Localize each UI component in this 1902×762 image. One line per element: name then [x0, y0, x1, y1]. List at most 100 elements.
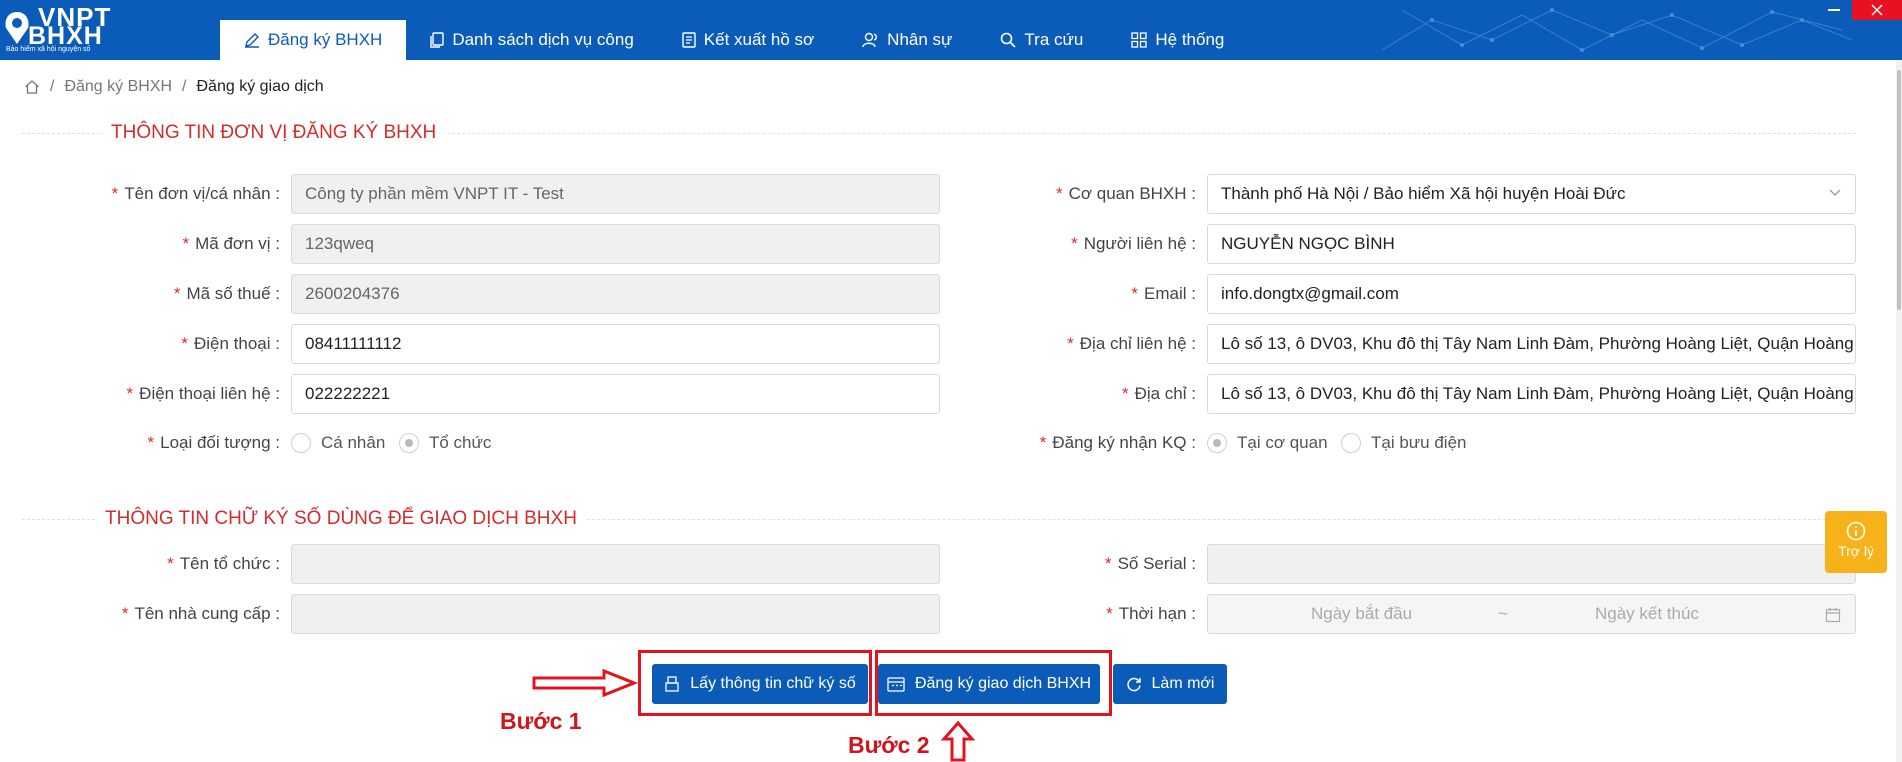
report-icon: [682, 32, 696, 48]
logo-mark-icon: [5, 12, 29, 44]
ma-so-thue-field[interactable]: 2600204376: [291, 274, 940, 314]
start-date-placeholder[interactable]: Ngày bắt đầu: [1311, 595, 1412, 633]
required-mark: *: [1067, 334, 1074, 353]
label-so-serial: * Số Serial :: [1104, 554, 1196, 573]
dia-chi-field[interactable]: Lô số 13, ô DV03, Khu đô thị Tây Nam Lin…: [1207, 374, 1856, 414]
chevron-down-icon: [1829, 189, 1841, 196]
section-title: THÔNG TIN CHỮ KÝ SỐ DÙNG ĐỂ GIAO DỊCH BH…: [97, 507, 585, 531]
radio-label: Tại cơ quan: [1237, 433, 1328, 452]
required-mark: *: [1121, 384, 1129, 403]
label-dia-chi: * Địa chỉ :: [1121, 384, 1196, 403]
nav-tab-nhan-su[interactable]: Nhân sự: [838, 20, 976, 60]
required-mark: *: [1039, 433, 1047, 452]
minimize-button[interactable]: [1828, 9, 1840, 11]
radio-circle-selected: [1207, 433, 1227, 453]
users-icon: [862, 32, 878, 48]
required-mark: *: [167, 554, 174, 573]
close-window-button[interactable]: [1852, 0, 1902, 20]
label-ma-don-vi: * Mã đơn vị :: [182, 234, 280, 253]
radio-circle: [291, 433, 311, 453]
end-date-placeholder[interactable]: Ngày kết thúc: [1595, 595, 1699, 633]
right-arrow-annotation-icon: [532, 668, 638, 698]
home-icon[interactable]: [24, 79, 40, 95]
nav-tab-label: Tra cứu: [1024, 30, 1084, 49]
required-mark: *: [181, 334, 188, 353]
ten-to-chuc-field[interactable]: [291, 544, 940, 584]
dang-ky-giao-dich-button[interactable]: Đăng ký giao dịch BHXH: [878, 664, 1100, 704]
required-mark: *: [147, 433, 155, 452]
app-logo[interactable]: VNPT BHXH Bảo hiểm xã hội nguyện số: [4, 0, 154, 60]
required-mark: *: [182, 234, 190, 253]
required-mark: *: [1071, 234, 1078, 253]
label-nguoi-lien-he: * Người liên hệ :: [1071, 234, 1196, 253]
email-field[interactable]: info.dongtx@gmail.com: [1207, 274, 1856, 314]
radio-tai-co-quan[interactable]: Tại cơ quan: [1207, 423, 1328, 463]
top-navbar: VNPT BHXH Bảo hiểm xã hội nguyện số Đăng…: [0, 0, 1902, 60]
label-ten-nha-cung-cap: * Tên nhà cung cấp :: [121, 604, 280, 623]
nav-tab-label: Nhân sự: [887, 30, 953, 49]
required-mark: *: [111, 184, 119, 203]
nav-tab-tra-cuu[interactable]: Tra cứu: [976, 20, 1107, 60]
calendar-icon: [1825, 608, 1841, 623]
nguoi-lien-he-field[interactable]: NGUYỄN NGỌC BÌNH: [1207, 224, 1856, 264]
label-email: * Email :: [1131, 284, 1196, 303]
dien-thoai-lien-he-field[interactable]: 022222221: [291, 374, 940, 414]
search-icon: [1001, 32, 1017, 48]
required-mark: *: [121, 604, 129, 623]
label-thoi-han: * Thời hạn :: [1106, 604, 1196, 623]
close-icon: [1871, 4, 1883, 16]
dien-thoai-field[interactable]: 08411111112: [291, 324, 940, 364]
label-ten-to-chuc: * Tên tổ chức :: [167, 554, 280, 573]
so-serial-field[interactable]: [1207, 544, 1856, 584]
label-ten-don-vi: * Tên đơn vị/cá nhân :: [111, 184, 280, 203]
lam-moi-button[interactable]: Làm mới: [1113, 664, 1227, 704]
nav-tab-label: Đăng ký BHXH: [268, 30, 383, 49]
copy-icon: [430, 32, 445, 48]
nav-tab-label: Kết xuất hồ sơ: [703, 30, 815, 49]
logo-tagline: Bảo hiểm xã hội nguyện số: [6, 46, 91, 53]
scrollbar-thumb[interactable]: [1897, 70, 1901, 310]
required-mark: *: [1131, 284, 1139, 303]
label-ma-so-thue: * Mã số thuế :: [173, 284, 280, 303]
required-mark: *: [126, 384, 134, 403]
radio-label: Tổ chức: [429, 433, 492, 452]
select-value: Thành phố Hà Nội / Bảo hiểm Xã hội huyện…: [1221, 184, 1626, 203]
required-mark: *: [1056, 184, 1063, 203]
radio-label: Tại bưu điện: [1371, 433, 1467, 452]
required-mark: *: [1104, 554, 1112, 573]
label-dien-thoai-lien-he: * Điện thoại liên hệ :: [126, 384, 280, 403]
ten-don-vi-field[interactable]: Công ty phần mềm VNPT IT - Test: [291, 174, 940, 214]
button-label: Đăng ký giao dịch BHXH: [914, 675, 1092, 692]
up-arrow-annotation-icon: [941, 720, 975, 762]
label-dang-ky-nhan-kq: * Đăng ký nhận KQ :: [1039, 433, 1196, 452]
lay-thong-tin-chu-ky-so-button[interactable]: Lấy thông tin chữ ký số: [652, 664, 868, 704]
dia-chi-lien-he-field[interactable]: Lô số 13, ô DV03, Khu đô thị Tây Nam Lin…: [1207, 324, 1856, 364]
range-separator: ~: [1498, 604, 1508, 623]
button-label: Lấy thông tin chữ ký số: [690, 675, 856, 692]
nav-tab-ket-xuat-ho-so[interactable]: Kết xuất hồ sơ: [658, 20, 838, 60]
usb-token-icon: [665, 676, 679, 692]
annotation-step2: Bước 2: [848, 732, 930, 758]
radio-label: Cá nhân: [321, 433, 386, 452]
thoi-han-date-range[interactable]: Ngày bắt đầu ~ Ngày kết thúc: [1207, 594, 1856, 634]
info-icon: [1846, 521, 1866, 541]
ma-don-vi-field[interactable]: 123qweq: [291, 224, 940, 264]
nav-tab-he-thong[interactable]: Hệ thống: [1107, 20, 1248, 60]
breadcrumb-link-dang-ky-bhxh[interactable]: Đăng ký BHXH: [64, 78, 172, 96]
nav-tab-danh-sach-dich-vu-cong[interactable]: Danh sách dịch vụ công: [406, 20, 657, 60]
radio-ca-nhan[interactable]: Cá nhân: [291, 423, 385, 463]
section-title: THÔNG TIN ĐƠN VỊ ĐĂNG KÝ BHXH: [103, 121, 445, 145]
grid-icon: [1131, 32, 1148, 48]
radio-to-chuc[interactable]: Tổ chức: [399, 423, 491, 463]
nav-tab-label: Hệ thống: [1155, 30, 1225, 49]
ten-nha-cung-cap-field[interactable]: [291, 594, 940, 634]
breadcrumb-separator: /: [182, 78, 187, 95]
network-decoration: [1381, 8, 1853, 52]
breadcrumb: / Đăng ký BHXH / Đăng ký giao dịch: [24, 78, 324, 96]
vertical-scrollbar[interactable]: [1896, 60, 1902, 762]
tro-ly-helper-button[interactable]: Trợ lý: [1825, 511, 1887, 573]
co-quan-bhxh-select[interactable]: Thành phố Hà Nội / Bảo hiểm Xã hội huyện…: [1207, 174, 1856, 214]
nav-tab-dang-ky-bhxh[interactable]: Đăng ký BHXH: [220, 20, 407, 60]
radio-tai-buu-dien[interactable]: Tại bưu điện: [1341, 423, 1467, 463]
annotation-step1: Bước 1: [500, 708, 582, 734]
